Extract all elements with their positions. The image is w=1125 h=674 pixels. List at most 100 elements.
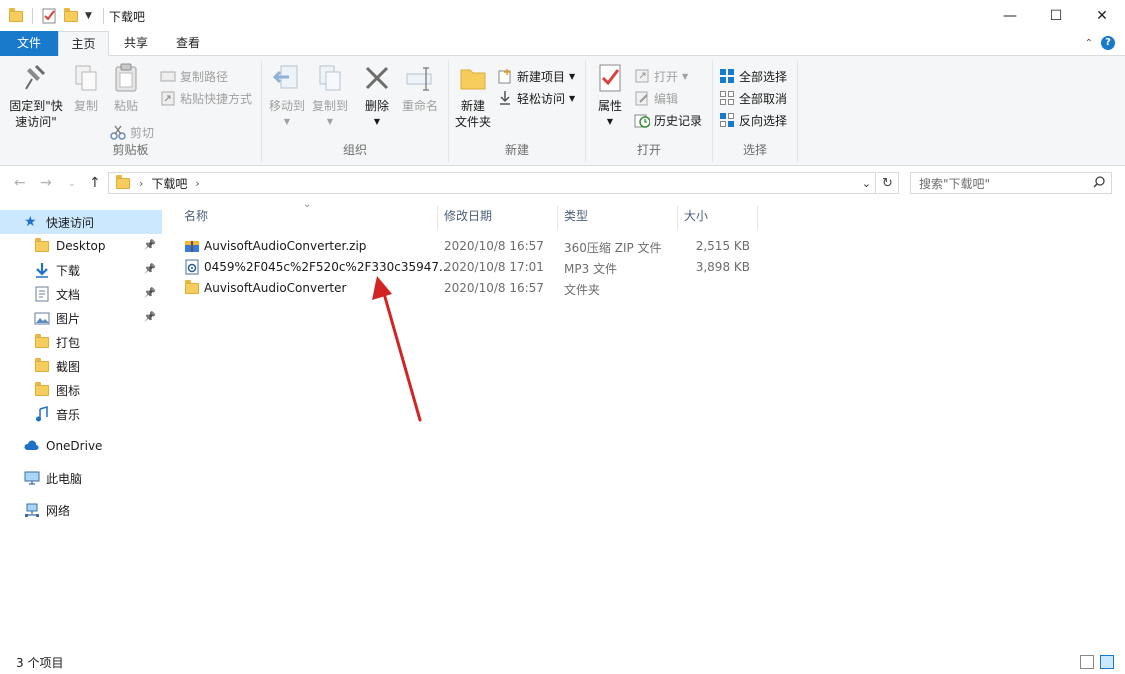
edit-button[interactable]: 编辑 (634, 88, 678, 108)
collapse-ribbon-icon[interactable]: ⌃ (1085, 38, 1093, 49)
rename-button[interactable]: 重命名 (398, 62, 442, 114)
folder-icon (34, 358, 50, 374)
copy-label: 复制 (73, 99, 98, 113)
move-to-button[interactable]: 移动到 ▼ (266, 62, 308, 130)
navigation-pane: ★ 快速访问 Desktop 📌 下载 📌 文档 📌 图片 📌 打包 截图 图标 音乐 OneDriv… (0, 200, 163, 650)
search-box[interactable]: 搜索"下载吧" (910, 172, 1112, 194)
breadcrumb-current[interactable]: 下载吧 (151, 175, 187, 192)
history-label: 历史记录 (654, 113, 703, 128)
details-view-icon[interactable] (1080, 655, 1094, 669)
column-header-modified[interactable]: 修改日期 (438, 206, 558, 230)
nav-quick-access-label: 快速访问 (46, 215, 95, 230)
search-icon (1093, 175, 1105, 191)
paste-button[interactable]: 粘贴 (108, 62, 144, 114)
up-arrow-icon[interactable]: ↑ (89, 175, 101, 191)
paste-icon (110, 62, 142, 94)
folder-icon (34, 238, 50, 254)
refresh-button[interactable]: ↻ (877, 172, 899, 194)
invert-selection-button[interactable]: 反向选择 (719, 110, 787, 130)
open-group: 属性 ▼ 打开 ▼ 编辑 历史记录 打开 (586, 60, 713, 162)
select-none-button[interactable]: 全部取消 (719, 88, 787, 108)
sidebar-item[interactable]: 文档 📌 (0, 282, 162, 306)
delete-button[interactable]: 删除 ▼ (358, 62, 396, 130)
tab-file[interactable]: 文件 (0, 31, 58, 56)
breadcrumb-separator: › (139, 176, 144, 190)
pin-icon[interactable]: 📌 (144, 264, 156, 275)
column-header-size[interactable]: 大小 (678, 206, 758, 230)
pin-icon[interactable]: 📌 (144, 312, 156, 323)
pin-icon[interactable]: 📌 (144, 288, 156, 299)
pin-label: 固定到"快速访问" (9, 99, 63, 129)
sidebar-item[interactable]: 下载 📌 (0, 258, 162, 282)
nav-network[interactable]: 网络 (0, 498, 162, 522)
easy-access-label: 轻松访问 (517, 91, 566, 106)
document-icon (34, 286, 50, 302)
sidebar-item[interactable]: 截图 (0, 354, 162, 378)
edit-icon (634, 90, 650, 106)
select-all-button[interactable]: 全部选择 (719, 66, 787, 86)
copy-path-button[interactable]: 复制路径 (160, 66, 228, 86)
mp3-icon (184, 259, 200, 275)
toolbar-divider (103, 8, 104, 24)
annotation-arrow (372, 276, 422, 422)
chevron-down-icon: ▼ (606, 117, 614, 126)
recent-locations-chevron-icon[interactable]: ⌄ (68, 179, 76, 189)
forward-arrow-icon[interactable]: → (40, 175, 52, 191)
column-header-name[interactable]: 名称 (178, 206, 438, 230)
pin-to-quick-access-button[interactable]: 固定到"快速访问" (4, 62, 68, 130)
minimize-button[interactable]: — (987, 0, 1033, 31)
pin-icon[interactable]: 📌 (144, 240, 156, 251)
scissors-icon (110, 124, 126, 140)
address-bar[interactable]: › 下载吧 › ⌄ (108, 172, 876, 194)
close-button[interactable]: ✕ (1079, 0, 1125, 31)
file-row[interactable]: 0459%2F045c%2F520c%2F330c35947... 2020/1… (178, 257, 778, 278)
copy-button[interactable]: 复制 (68, 62, 104, 114)
copy-to-button[interactable]: 复制到 ▼ (308, 62, 352, 130)
file-row[interactable]: AuvisoftAudioConverter 2020/10/8 16:57 文… (178, 278, 778, 299)
help-icon[interactable]: ? (1101, 36, 1115, 50)
new-folder-icon[interactable] (63, 8, 79, 24)
move-to-icon (271, 62, 303, 94)
properties-icon[interactable] (41, 8, 57, 24)
new-item-button[interactable]: 新建项目 ▼ (497, 66, 575, 86)
properties-button[interactable]: 属性 ▼ (590, 62, 630, 130)
sidebar-item[interactable]: 图标 (0, 378, 162, 402)
chevron-down-icon[interactable]: ▼ (85, 8, 95, 24)
new-folder-label: 新建 文件夹 (454, 99, 491, 129)
nav-onedrive[interactable]: OneDrive (0, 434, 162, 458)
nav-network-label: 网络 (46, 503, 71, 518)
nav-this-pc[interactable]: 此电脑 (0, 466, 162, 490)
select-none-icon (719, 90, 735, 106)
large-icons-view-icon[interactable] (1100, 655, 1114, 669)
paste-label: 粘贴 (113, 99, 138, 113)
maximize-button[interactable]: ☐ (1033, 0, 1079, 31)
paste-shortcut-icon (160, 90, 176, 106)
back-arrow-icon[interactable]: ← (14, 175, 26, 191)
file-size: 3,898 KB (695, 260, 750, 274)
easy-access-button[interactable]: 轻松访问 ▼ (497, 88, 575, 108)
sidebar-item[interactable]: 音乐 (0, 402, 162, 426)
open-button[interactable]: 打开 ▼ (634, 66, 688, 86)
move-to-label: 移动到 (268, 99, 305, 113)
column-header-type[interactable]: 类型 (558, 206, 678, 230)
properties-icon (594, 62, 626, 94)
sidebar-item[interactable]: 图片 📌 (0, 306, 162, 330)
address-dropdown-chevron-icon[interactable]: ⌄ (862, 177, 871, 190)
cut-button[interactable]: 剪切 (110, 122, 154, 142)
file-name: AuvisoftAudioConverter.zip (204, 239, 367, 253)
paste-shortcut-button[interactable]: 粘贴快捷方式 (160, 88, 252, 108)
nav-quick-access[interactable]: ★ 快速访问 (0, 210, 162, 234)
file-row[interactable]: AuvisoftAudioConverter.zip 2020/10/8 16:… (178, 236, 778, 257)
new-item-label: 新建项目 (517, 69, 566, 84)
tab-home[interactable]: 主页 (58, 31, 109, 57)
file-modified: 2020/10/8 17:01 (444, 260, 544, 274)
file-modified: 2020/10/8 16:57 (444, 281, 544, 295)
new-folder-button[interactable]: 新建 文件夹 (451, 62, 495, 130)
sidebar-item[interactable]: Desktop 📌 (0, 234, 162, 258)
chevron-down-icon: ▼ (283, 117, 291, 126)
tab-share[interactable]: 共享 (113, 31, 159, 56)
history-button[interactable]: 历史记录 (634, 110, 702, 130)
sidebar-item[interactable]: 打包 (0, 330, 162, 354)
music-icon (34, 406, 50, 422)
tab-view[interactable]: 查看 (165, 31, 211, 56)
